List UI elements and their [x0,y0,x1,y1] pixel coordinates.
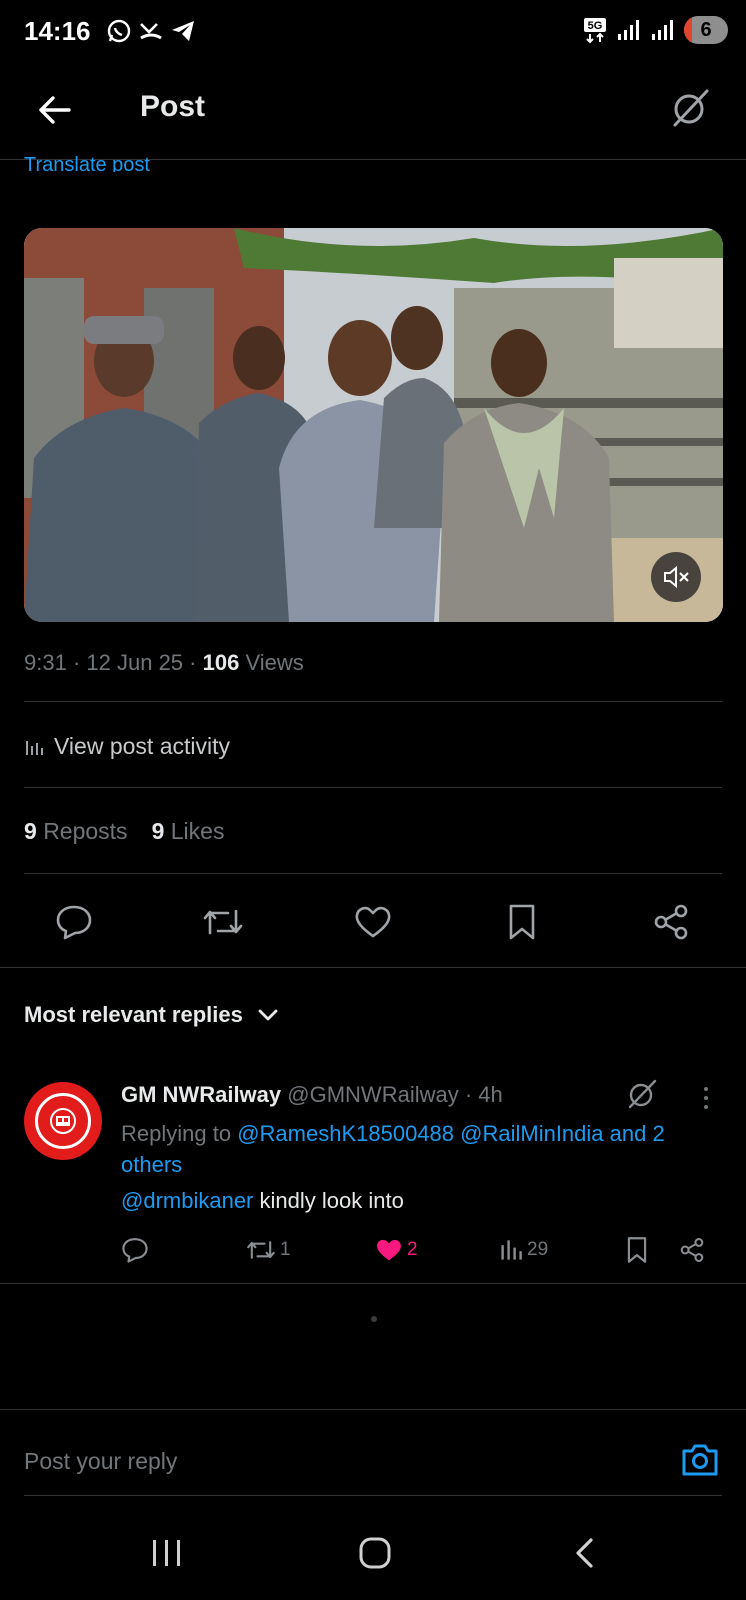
divider [24,787,722,788]
section-divider [0,967,746,968]
views-icon [501,1240,522,1260]
divider [24,873,722,874]
reply-reply-button[interactable] [121,1232,149,1268]
post-video[interactable] [24,228,723,622]
heart-filled-icon [377,1239,401,1261]
post-time: 9:31 [24,650,67,675]
camera-icon [682,1444,718,1476]
heart-icon [355,906,391,938]
whatsapp-icon [107,19,131,43]
chevron-down-icon [258,1009,278,1021]
missed-call-icon [140,23,162,40]
grok-icon [673,89,709,127]
telegram-icon [172,21,194,41]
status-bar: 14:16 5G 6 [0,0,746,64]
post-action-bar [0,888,746,958]
replying-to-prefix: Replying to [121,1121,232,1146]
reply-text: @drmbikaner kindly look into [121,1188,404,1214]
repost-icon [247,1241,275,1259]
status-time: 14:16 [24,16,91,46]
replying-to-line: Replying to @RameshK18500488 @RailMinInd… [121,1118,721,1180]
recent-apps-icon [153,1540,180,1566]
avatar[interactable] [24,1082,102,1160]
share-button[interactable] [649,900,693,944]
bookmark-icon [509,904,535,940]
reply-icon [122,1238,148,1263]
reposts-stat[interactable]: 9 Reposts [24,818,128,845]
grok-icon [628,1079,657,1109]
mention-link[interactable]: @drmbikaner [121,1188,253,1213]
reply-views-button[interactable]: 29 [499,1232,548,1268]
view-post-activity-label: View post activity [54,733,230,759]
arrow-left-icon [39,96,71,124]
page-title: Post [140,90,206,123]
views-label: Views [245,650,304,675]
back-button[interactable] [30,86,78,134]
mention-link[interactable]: @RailMinIndia [460,1121,603,1146]
likes-stat[interactable]: 9 Likes [152,818,225,845]
signal-strength-icon [618,20,639,40]
video-frame-image [24,228,723,622]
reply-author-handle[interactable]: @GMNWRailway [287,1082,458,1107]
repost-icon [203,909,243,935]
composer-bottom-divider [24,1495,722,1496]
section-divider [0,1283,746,1284]
chevron-left-icon [576,1538,593,1568]
reply-like-button[interactable]: 2 [375,1232,418,1268]
reply-author-line: GM NWRailway @GMNWRailway · 4h [121,1082,503,1107]
reply-grok-button[interactable] [624,1076,660,1112]
signal-strength-2-icon [652,20,673,40]
loading-indicator [371,1316,377,1322]
volume-muted-icon [664,565,689,589]
reply-icon [56,905,92,940]
post-date: 12 Jun 25 [86,650,184,675]
railway-emblem-icon [50,1108,76,1134]
bookmark-button[interactable] [500,900,544,944]
repost-button[interactable] [201,900,245,944]
replies-sort-label: Most relevant replies [24,1002,243,1027]
grok-button[interactable] [666,84,714,132]
reply-view-count: 29 [527,1239,549,1260]
notification-icons [106,18,196,44]
share-icon [680,1238,704,1262]
home-icon [359,1537,391,1569]
reply-repost-button[interactable]: 1 [246,1232,291,1268]
system-icons: 5G 6 [582,16,728,44]
divider [24,701,722,702]
home-button[interactable] [350,1528,400,1578]
reply-repost-count: 1 [280,1239,291,1260]
reply-age: 4h [478,1082,503,1107]
reply-share-button[interactable] [679,1232,705,1268]
reply-button[interactable] [52,900,96,944]
bookmark-icon [627,1237,647,1263]
battery-indicator: 6 [684,16,728,44]
share-icon [654,904,688,940]
indian-railways-logo [35,1093,91,1149]
camera-button[interactable] [678,1438,722,1482]
translate-post-link[interactable]: Translate post [24,150,150,172]
svg-text:5G: 5G [588,20,603,32]
reply-text-body: kindly look into [259,1188,404,1213]
views-count: 106 [202,650,240,675]
mention-link[interactable]: @RameshK18500488 [237,1121,454,1146]
recent-apps-button[interactable] [142,1528,192,1578]
engagement-stats: 9 Reposts 9 Likes [24,818,224,845]
reply-like-count: 2 [407,1239,418,1260]
reply-author-name[interactable]: GM NWRailway [121,1082,281,1107]
post-timestamp: 9:31 · 12 Jun 25 · 106 Views [24,650,304,675]
replies-sort-dropdown[interactable]: Most relevant replies [24,1002,279,1028]
reply-input[interactable]: Post your reply [24,1448,177,1475]
system-navigation-bar [0,1500,746,1600]
more-options-button[interactable] [694,1080,718,1116]
analytics-icon [26,740,43,755]
like-button[interactable] [351,900,395,944]
reply-bookmark-button[interactable] [626,1232,648,1268]
network-5g-icon: 5G [584,18,606,44]
view-post-activity-link[interactable]: View post activity [24,733,230,760]
mute-button[interactable] [651,552,701,602]
reply-action-bar: 1 2 29 [0,1232,746,1272]
top-app-bar: Post [0,64,746,160]
system-back-button[interactable] [560,1528,610,1578]
composer-top-divider [0,1409,746,1410]
